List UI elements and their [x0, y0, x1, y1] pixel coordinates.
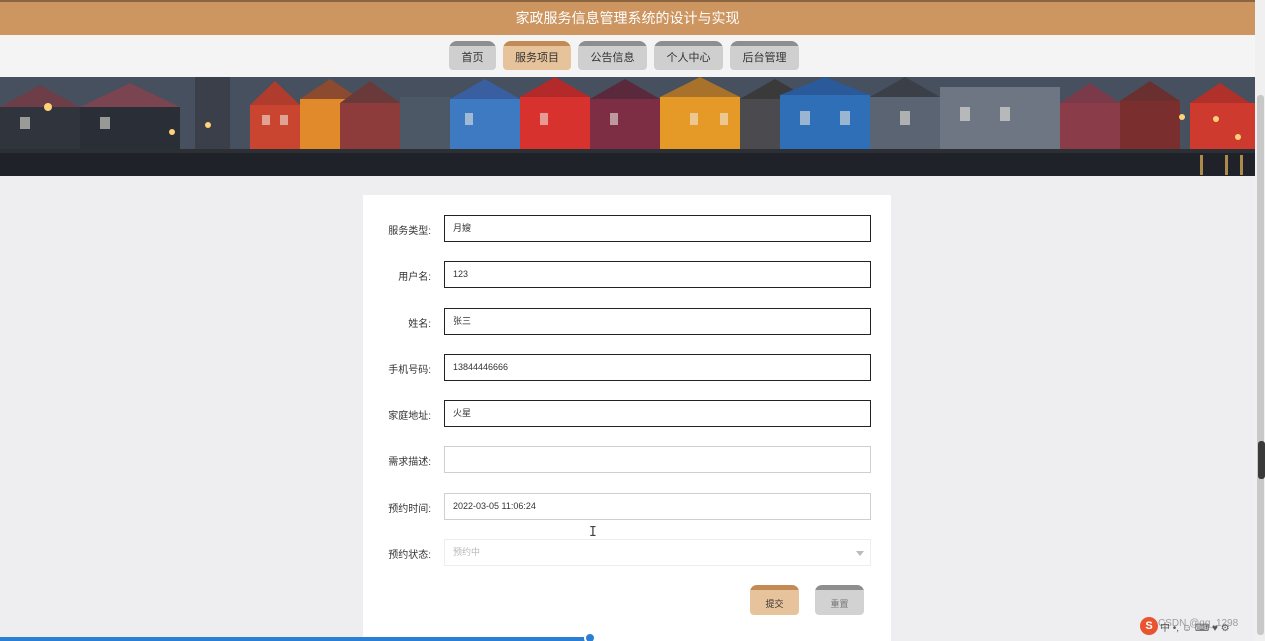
side-drag-handle[interactable]: [1258, 441, 1265, 479]
submit-button[interactable]: 提交: [750, 585, 799, 615]
nav-personal-center[interactable]: 个人中心: [654, 41, 723, 70]
address-input[interactable]: 火星: [444, 400, 871, 427]
username-label: 用户名:: [398, 272, 431, 283]
form-row-phone: 手机号码: 13844446666: [363, 354, 891, 381]
address-label: 家庭地址:: [388, 411, 431, 422]
description-input[interactable]: [444, 446, 871, 473]
progress-knob[interactable]: [584, 632, 596, 641]
name-input[interactable]: 张三: [444, 308, 871, 335]
site-title: 家政服务信息管理系统的设计与实现: [0, 0, 1255, 35]
watermark: CSDN @qq_1298: [1158, 618, 1239, 629]
chevron-down-icon: [856, 551, 864, 556]
status-select[interactable]: 预约中: [444, 539, 871, 566]
nav-admin[interactable]: 后台管理: [730, 41, 799, 70]
status-select-value: 预约中: [453, 547, 481, 557]
sogou-logo-icon: S: [1140, 617, 1158, 635]
phone-input[interactable]: 13844446666: [444, 354, 871, 381]
form-row-status: 预约状态: 预约中: [363, 539, 891, 566]
appointment-time-label: 预约时间:: [388, 504, 431, 515]
form-row-description: 需求描述:: [363, 446, 891, 473]
top-navigation: 首页 服务项目 公告信息 个人中心 后台管理: [0, 35, 1255, 77]
status-label: 预约状态:: [388, 550, 431, 561]
reset-button[interactable]: 重置: [815, 585, 864, 615]
text-cursor-icon: I: [589, 525, 597, 540]
nav-services[interactable]: 服务项目: [503, 41, 571, 70]
nav-home[interactable]: 首页: [449, 41, 496, 70]
form-row-name: 姓名: 张三: [363, 308, 891, 335]
service-type-input[interactable]: 月嫂: [444, 215, 871, 242]
banner-houses-illustration: [0, 77, 1255, 176]
nav-announcements[interactable]: 公告信息: [578, 41, 647, 70]
phone-label: 手机号码:: [388, 365, 431, 376]
username-input[interactable]: 123: [444, 261, 871, 288]
banner-image: [0, 77, 1255, 176]
form-row-address: 家庭地址: 火星: [363, 400, 891, 427]
appointment-time-input[interactable]: 2022-03-05 11:06:24: [444, 493, 871, 520]
description-label: 需求描述:: [388, 457, 431, 468]
service-type-label: 服务类型:: [388, 226, 431, 237]
form-row-username: 用户名: 123: [363, 261, 891, 288]
scrollbar-thumb[interactable]: [1257, 95, 1264, 635]
form-row-appointment-time: 预约时间: 2022-03-05 11:06:24: [363, 493, 891, 520]
booking-form: 服务类型: 月嫂 用户名: 123 姓名: 张三 手机号码: 138444466…: [363, 195, 891, 641]
name-label: 姓名:: [408, 319, 431, 330]
form-row-service-type: 服务类型: 月嫂: [363, 215, 891, 242]
video-progress-bar[interactable]: [0, 637, 590, 641]
